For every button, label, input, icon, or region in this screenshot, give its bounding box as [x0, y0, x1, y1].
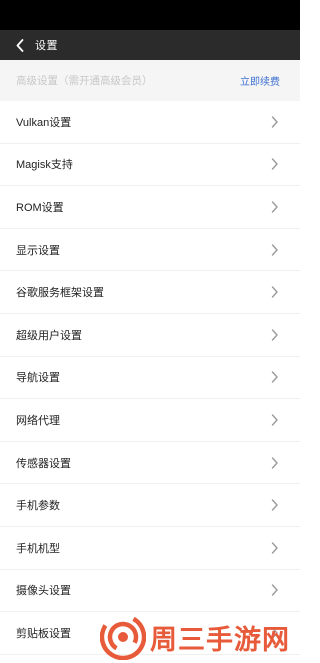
settings-item-label: 显示设置 — [16, 244, 60, 257]
settings-item-label: 传感器设置 — [16, 457, 71, 470]
chevron-left-icon — [16, 38, 24, 52]
chevron-right-icon — [271, 286, 278, 298]
settings-item-sensors[interactable]: 传感器设置 — [0, 442, 300, 485]
settings-item-rom[interactable]: ROM设置 — [0, 186, 300, 229]
settings-item-label: 手机机型 — [16, 542, 60, 555]
settings-item-google-services[interactable]: 谷歌服务框架设置 — [0, 271, 300, 314]
premium-banner: 高级设置（需开通高级会员） 立即续费 — [0, 60, 300, 101]
chevron-right-icon — [271, 414, 278, 426]
settings-item-display[interactable]: 显示设置 — [0, 229, 300, 272]
settings-item-label: 摄像头设置 — [16, 585, 71, 598]
back-button[interactable] — [7, 30, 33, 60]
settings-item-label: Magisk支持 — [16, 159, 73, 172]
watermark-text: 周三手游网 — [150, 624, 290, 656]
settings-item-label: Vulkan设置 — [16, 116, 72, 129]
status-bar — [0, 0, 300, 30]
settings-item-navigation[interactable]: 导航设置 — [0, 357, 300, 400]
settings-item-label: 手机参数 — [16, 500, 60, 513]
settings-item-label: 导航设置 — [16, 372, 60, 385]
settings-item-label: 谷歌服务框架设置 — [16, 287, 104, 300]
settings-item-label: 超级用户设置 — [16, 329, 82, 342]
settings-item-label: 网络代理 — [16, 414, 60, 427]
site-watermark: 周三手游网 — [100, 612, 300, 662]
chevron-right-icon — [271, 584, 278, 597]
page-title: 设置 — [35, 40, 58, 52]
settings-list: Vulkan设置 Magisk支持 ROM设置 显示设置 谷歌服务框架设置 超级… — [0, 101, 300, 655]
app-bar: 设置 — [0, 30, 300, 60]
settings-item-camera[interactable]: 摄像头设置 — [0, 570, 300, 613]
chevron-right-icon — [271, 542, 278, 554]
chevron-right-icon — [271, 329, 278, 341]
settings-item-superuser[interactable]: 超级用户设置 — [0, 314, 300, 357]
settings-item-vulkan[interactable]: Vulkan设置 — [0, 101, 300, 144]
settings-item-network-proxy[interactable]: 网络代理 — [0, 399, 300, 442]
chevron-right-icon — [271, 158, 278, 171]
settings-item-label: ROM设置 — [16, 201, 64, 214]
swirl-logo-icon — [100, 614, 146, 660]
chevron-right-icon — [271, 116, 278, 128]
chevron-right-icon — [271, 371, 278, 384]
premium-notice: 高级设置（需开通高级会员） — [16, 75, 153, 87]
settings-item-label: 剪贴板设置 — [16, 627, 71, 640]
chevron-right-icon — [271, 499, 278, 511]
settings-item-magisk[interactable]: Magisk支持 — [0, 144, 300, 187]
renew-link[interactable]: 立即续费 — [240, 73, 280, 88]
chevron-right-icon — [271, 201, 278, 213]
settings-item-phone-params[interactable]: 手机参数 — [0, 484, 300, 527]
settings-item-phone-model[interactable]: 手机机型 — [0, 527, 300, 570]
chevron-right-icon — [271, 456, 278, 469]
chevron-right-icon — [271, 243, 278, 256]
